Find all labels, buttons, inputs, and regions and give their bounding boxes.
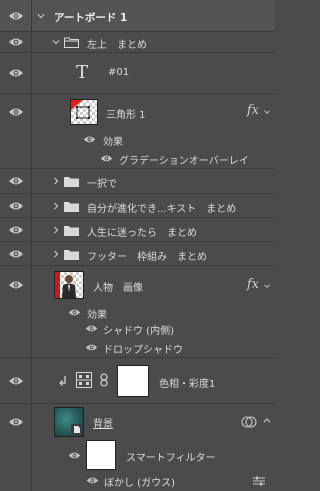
chevron-right-icon[interactable] [51, 176, 61, 186]
smart-filter-label: スマートフィルター [126, 453, 216, 464]
eye-icon[interactable] [8, 11, 24, 21]
eye-icon[interactable] [68, 451, 81, 460]
eye-icon[interactable] [8, 376, 24, 386]
folder-icon [64, 249, 79, 260]
adjustment-icon [76, 372, 92, 388]
layer-name: 一択で [87, 179, 117, 190]
eye-icon[interactable] [8, 176, 24, 186]
triangle-shape-icon [71, 100, 90, 119]
layer-thumbnail [54, 407, 84, 437]
smart-filter-blend-icon[interactable] [241, 415, 257, 429]
eye-icon[interactable] [100, 154, 113, 163]
effect-name: シャドウ (内側) [103, 326, 174, 337]
text-layer-icon: T [76, 62, 89, 83]
layer-row-group-a[interactable]: 一択で [0, 169, 275, 194]
chevron-down-icon[interactable] [36, 11, 46, 21]
layer-row-group-d[interactable]: フッター 枠組み まとめ [0, 242, 275, 266]
chevron-right-icon[interactable] [51, 225, 61, 235]
link-icon[interactable] [100, 373, 108, 387]
layer-row-group-b[interactable]: 自分が進化でき...キスト まとめ [0, 194, 275, 218]
layer-row-artboard[interactable]: アートボード 1 [0, 0, 275, 32]
visibility-column [0, 0, 32, 31]
folder-icon [64, 201, 79, 212]
eye-icon[interactable] [85, 343, 98, 352]
filter-mask-thumbnail[interactable] [86, 440, 116, 470]
effects-row[interactable]: 効果 [0, 304, 275, 321]
chevron-right-icon[interactable] [51, 201, 61, 211]
folder-icon [64, 37, 79, 48]
eye-icon[interactable] [86, 476, 99, 485]
effects-row[interactable]: 効果 [0, 130, 275, 149]
layer-mask-thumbnail[interactable] [117, 365, 149, 397]
eye-icon[interactable] [83, 135, 96, 144]
effect-row-drop-shadow[interactable]: ドロップシャドウ [0, 338, 275, 358]
eye-icon[interactable] [8, 37, 24, 47]
folder-icon [64, 176, 79, 187]
effect-row-inner-shadow[interactable]: シャドウ (内側) [0, 320, 275, 338]
folder-icon [64, 225, 79, 236]
smart-filter-row[interactable]: スマートフィルター [0, 440, 275, 471]
layer-row-group-c[interactable]: 人生に迷ったら まとめ [0, 218, 275, 242]
eye-icon[interactable] [8, 68, 24, 78]
chevron-right-icon[interactable] [51, 249, 61, 259]
filter-options-icon[interactable] [253, 476, 265, 486]
fx-icon[interactable]: fx [247, 277, 259, 292]
effect-name: グラデーションオーバーレイ [119, 156, 249, 167]
eye-icon[interactable] [8, 225, 24, 235]
smart-object-icon [71, 424, 82, 435]
layer-name: 自分が進化でき...キスト まとめ [87, 204, 237, 215]
chevron-down-icon[interactable] [263, 107, 271, 117]
layer-row-hue-saturation[interactable]: 色相・彩度1 [0, 358, 275, 404]
fx-icon[interactable]: fx [247, 103, 259, 118]
effects-label: 効果 [103, 137, 123, 148]
filter-name: ぼかし (ガウス) [104, 478, 175, 489]
chevron-down-icon[interactable] [51, 37, 61, 47]
eye-icon[interactable] [85, 324, 98, 333]
layer-name: フッター 枠組み まとめ [87, 252, 207, 263]
eye-icon[interactable] [68, 308, 81, 317]
layers-panel: アートボード 1 左上 まとめ T #01 三角形 1 fx 効果 グラデーショ… [0, 0, 275, 491]
effect-row-gradient[interactable]: グラデーションオーバーレイ [0, 149, 275, 169]
person-photo-icon [55, 272, 76, 298]
layer-name: 背景 [93, 419, 113, 430]
eye-icon[interactable] [8, 107, 24, 117]
eye-icon[interactable] [8, 280, 24, 290]
eye-icon[interactable] [8, 201, 24, 211]
layer-row-background[interactable]: 背景 [0, 404, 275, 491]
layer-name: #01 [108, 67, 130, 78]
layer-thumbnail [54, 271, 84, 299]
eye-icon[interactable] [8, 417, 24, 427]
chevron-up-icon[interactable] [262, 416, 272, 424]
layer-row-text[interactable]: T #01 [0, 53, 275, 94]
chevron-down-icon[interactable] [263, 281, 271, 291]
layer-name: 人生に迷ったら まとめ [87, 228, 197, 239]
layer-name: 人物 画像 [93, 283, 143, 294]
layer-row-shape[interactable]: 三角形 1 fx [0, 94, 275, 205]
layer-name: アートボード 1 [54, 12, 128, 24]
effect-name: ドロップシャドウ [103, 345, 183, 356]
layer-thumbnail [70, 99, 98, 125]
layer-row-person[interactable]: 人物 画像 fx [0, 266, 275, 368]
layer-row-group-top[interactable]: 左上 まとめ [0, 32, 275, 53]
clipping-arrow-icon [59, 376, 66, 386]
eye-icon[interactable] [8, 249, 24, 259]
filter-row-blur[interactable]: ぼかし (ガウス) [0, 471, 275, 491]
layer-name: 三角形 1 [106, 110, 146, 121]
layer-name: 色相・彩度1 [159, 379, 216, 390]
effects-label: 効果 [87, 310, 107, 321]
layer-name: 左上 まとめ [87, 40, 147, 51]
